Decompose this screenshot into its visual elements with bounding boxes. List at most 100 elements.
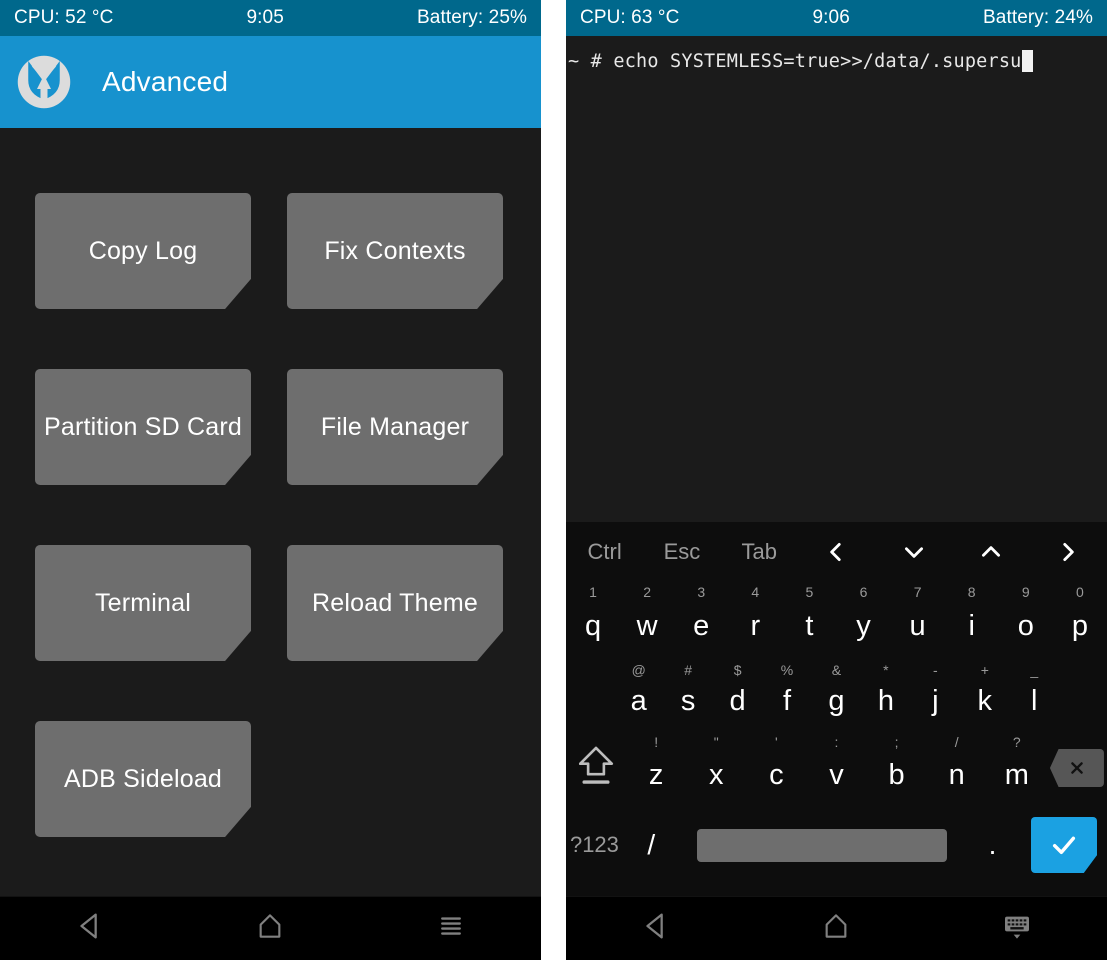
key-q-label: q: [584, 609, 602, 642]
key-n[interactable]: / n: [927, 730, 987, 806]
check-icon: [1031, 817, 1097, 873]
dual-screenshot-container: CPU: 52 °C 9:05 Battery: 25% Advanced Co…: [0, 0, 1107, 960]
advanced-menu-grid: Copy Log Fix Contexts Partition SD Card …: [0, 128, 541, 896]
nav-home-button[interactable]: [180, 897, 360, 960]
key-u[interactable]: 7u: [891, 580, 945, 658]
key-w-label: w: [636, 609, 658, 642]
key-q-sub: 1: [589, 584, 597, 600]
key-y-label: y: [856, 609, 871, 642]
key-f[interactable]: % f: [762, 658, 811, 730]
nav-hide-keyboard-button[interactable]: [927, 897, 1107, 960]
nav-menu-button[interactable]: [361, 897, 541, 960]
keyboard-function-row: Ctrl Esc Tab: [566, 524, 1107, 580]
terminal-button[interactable]: Terminal: [35, 545, 251, 661]
key-l-sub: _: [1030, 662, 1039, 678]
key-z[interactable]: ! z: [626, 730, 686, 806]
action-bar: Advanced: [0, 36, 541, 128]
nav-home-button[interactable]: [746, 897, 926, 960]
key-k[interactable]: + k: [960, 658, 1009, 730]
key-j-label: j: [932, 684, 939, 717]
nav-back-button[interactable]: [0, 897, 180, 960]
key-symbols[interactable]: ?123: [566, 806, 623, 884]
reload-theme-button[interactable]: Reload Theme: [287, 545, 503, 661]
key-s[interactable]: # s: [663, 658, 712, 730]
right-phone-screen: CPU: 63 °C 9:06 Battery: 24% ~ # echo SY…: [566, 0, 1107, 960]
key-o[interactable]: 9o: [999, 580, 1053, 658]
back-icon: [73, 909, 107, 948]
key-m-label: m: [1004, 758, 1029, 791]
key-i[interactable]: 8i: [945, 580, 999, 658]
key-m[interactable]: ? m: [987, 730, 1047, 806]
key-k-label: k: [977, 684, 993, 717]
key-r-label: r: [750, 609, 761, 642]
key-ctrl[interactable]: Ctrl: [566, 524, 643, 580]
key-e-sub: 3: [697, 584, 706, 600]
key-b-sub: ;: [894, 734, 899, 750]
key-y[interactable]: 6y: [836, 580, 890, 658]
key-q[interactable]: 1q: [566, 580, 620, 658]
key-arrow-up[interactable]: [952, 524, 1029, 580]
keyboard-row-3: ! z " x ' c :v ; b / n ? m: [566, 730, 1107, 806]
key-r[interactable]: 4r: [728, 580, 782, 658]
key-h[interactable]: * h: [861, 658, 910, 730]
key-b-label: b: [888, 758, 905, 791]
key-arrow-left[interactable]: [798, 524, 875, 580]
copy-log-button[interactable]: Copy Log: [35, 193, 251, 309]
row2-right-spacer: [1059, 658, 1107, 730]
key-e[interactable]: 3e: [674, 580, 728, 658]
key-l-label: l: [1030, 684, 1038, 717]
key-enter[interactable]: [1021, 806, 1107, 884]
key-m-sub: ?: [1012, 734, 1021, 750]
adb-sideload-button[interactable]: ADB Sideload: [35, 721, 251, 837]
key-v[interactable]: :v: [806, 730, 866, 806]
key-g-sub: &: [831, 662, 842, 678]
key-h-sub: *: [883, 662, 889, 678]
key-x-sub: ": [713, 734, 719, 750]
file-manager-button[interactable]: File Manager: [287, 369, 503, 485]
keyboard-row-2: @ a # s $ d % f & g * h -j + k _ l: [566, 658, 1107, 730]
key-k-sub: +: [980, 662, 989, 678]
battery-level: Battery: 24%: [983, 7, 1093, 28]
key-c[interactable]: ' c: [746, 730, 806, 806]
partition-sd-card-button[interactable]: Partition SD Card: [35, 369, 251, 485]
key-a[interactable]: @ a: [614, 658, 663, 730]
key-arrow-right[interactable]: [1030, 524, 1107, 580]
terminal-output[interactable]: ~ # echo SYSTEMLESS=true>>/data/.supersu: [566, 36, 1107, 522]
key-t[interactable]: 5t: [782, 580, 836, 658]
key-p[interactable]: 0p: [1053, 580, 1107, 658]
key-v-sub: :: [834, 734, 839, 750]
cpu-temperature: CPU: 63 °C: [580, 7, 680, 28]
terminal-cursor: [1021, 50, 1033, 72]
key-s-label: s: [680, 684, 696, 717]
key-g-label: g: [828, 684, 845, 717]
key-backspace[interactable]: [1047, 730, 1107, 806]
key-t-label: t: [805, 609, 814, 642]
key-j-sub: -: [933, 662, 938, 678]
key-c-sub: ': [775, 734, 778, 750]
fix-contexts-button[interactable]: Fix Contexts: [287, 193, 503, 309]
key-period[interactable]: .: [964, 806, 1021, 884]
key-x[interactable]: " x: [686, 730, 746, 806]
key-u-label: u: [909, 609, 926, 642]
home-icon: [254, 910, 286, 947]
key-slash[interactable]: /: [623, 806, 680, 884]
key-arrow-down[interactable]: [875, 524, 952, 580]
on-screen-keyboard: Ctrl Esc Tab 1q 2w 3e 4 r 5 t 6 y 7 u 8 …: [566, 522, 1107, 896]
key-b[interactable]: ; b: [867, 730, 927, 806]
key-t-sub: 5: [805, 584, 814, 600]
nav-back-button[interactable]: [566, 897, 746, 960]
key-g[interactable]: & g: [812, 658, 861, 730]
key-esc[interactable]: Esc: [643, 524, 720, 580]
key-w[interactable]: 2w: [620, 580, 674, 658]
key-l[interactable]: _ l: [1010, 658, 1059, 730]
key-n-sub: /: [954, 734, 959, 750]
key-d-label: d: [729, 684, 746, 717]
key-shift[interactable]: [566, 730, 626, 806]
key-d[interactable]: $ d: [713, 658, 762, 730]
key-space[interactable]: [680, 828, 964, 862]
key-j[interactable]: -j: [911, 658, 960, 730]
android-nav-bar: [566, 896, 1107, 960]
key-c-label: c: [769, 758, 784, 791]
key-tab[interactable]: Tab: [721, 524, 798, 580]
left-phone-screen: CPU: 52 °C 9:05 Battery: 25% Advanced Co…: [0, 0, 541, 960]
